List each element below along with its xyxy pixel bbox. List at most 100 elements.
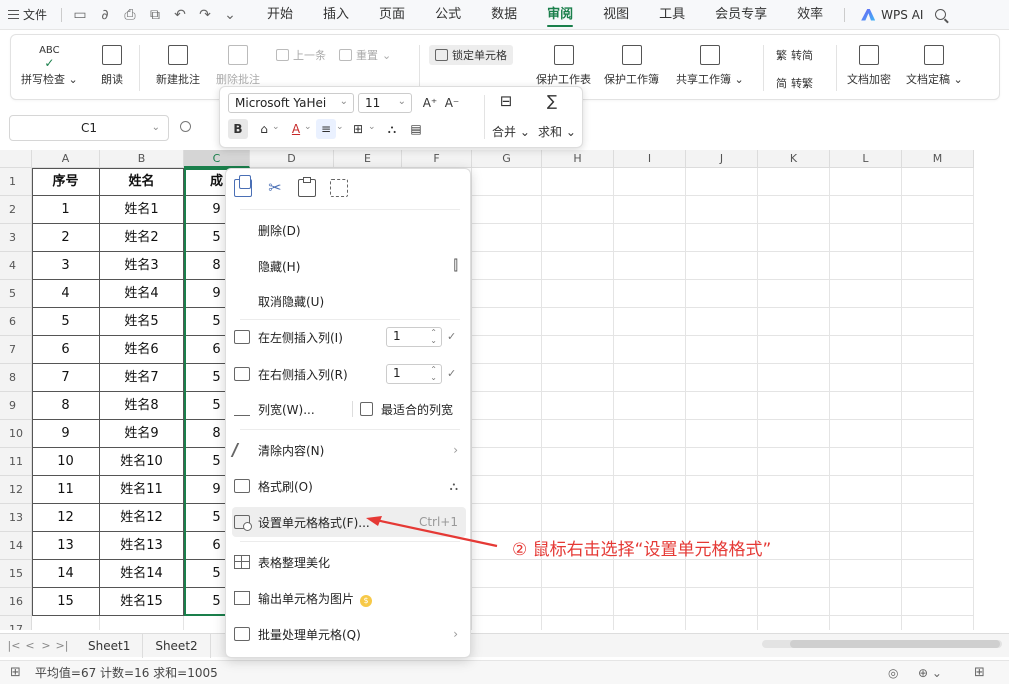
- column-header-h[interactable]: H: [542, 150, 614, 168]
- row-header-4[interactable]: 4: [0, 252, 32, 280]
- cell-h11[interactable]: [542, 448, 614, 476]
- cell-m12[interactable]: [902, 476, 974, 504]
- cell-k2[interactable]: [758, 196, 830, 224]
- increase-font-icon[interactable]: A⁺: [420, 93, 440, 113]
- select-all-corner[interactable]: [0, 150, 32, 168]
- cell-a4[interactable]: 3: [32, 252, 100, 280]
- cell-a3[interactable]: 2: [32, 224, 100, 252]
- cell-g8[interactable]: [472, 364, 542, 392]
- sheet-mode-icon[interactable]: ⊞: [10, 665, 21, 680]
- delete-comment-button[interactable]: 删除批注: [216, 45, 260, 87]
- menu-item-column-width[interactable]: 列宽(W)...: [232, 394, 352, 424]
- cell-m13[interactable]: [902, 504, 974, 532]
- cell-m9[interactable]: [902, 392, 974, 420]
- cell-a14[interactable]: 13: [32, 532, 100, 560]
- cell-h13[interactable]: [542, 504, 614, 532]
- cell-b10[interactable]: 姓名9: [100, 420, 184, 448]
- cell-a16[interactable]: 15: [32, 588, 100, 616]
- prev-sheet-icon[interactable]: <: [22, 639, 38, 652]
- cell-a1[interactable]: 序号: [32, 168, 100, 196]
- stepper-icon[interactable]: ⌃ ⌄: [430, 366, 437, 382]
- cell-i16[interactable]: [614, 588, 686, 616]
- cell-j12[interactable]: [686, 476, 758, 504]
- row-header-13[interactable]: 13: [0, 504, 32, 532]
- fill-color-icon[interactable]: ⌂: [254, 119, 274, 139]
- tab-data[interactable]: 数据: [476, 0, 532, 30]
- cell-j7[interactable]: [686, 336, 758, 364]
- tab-efficiency[interactable]: 效率: [782, 0, 838, 30]
- cell-i7[interactable]: [614, 336, 686, 364]
- cell-j5[interactable]: [686, 280, 758, 308]
- to-simplified-button[interactable]: 繁 转简: [776, 47, 813, 63]
- column-header-k[interactable]: K: [758, 150, 830, 168]
- cell-g5[interactable]: [472, 280, 542, 308]
- cell-a7[interactable]: 6: [32, 336, 100, 364]
- cell-k16[interactable]: [758, 588, 830, 616]
- cell-g17[interactable]: [472, 616, 542, 630]
- menu-item-export-image[interactable]: 输出单元格为图片 $: [232, 583, 466, 613]
- cell-m1[interactable]: [902, 168, 974, 196]
- cell-j15[interactable]: [686, 560, 758, 588]
- cell-l4[interactable]: [830, 252, 902, 280]
- last-sheet-icon[interactable]: >|: [54, 639, 70, 652]
- chevron-down-icon[interactable]: ⌄: [304, 122, 312, 132]
- scrollbar-thumb[interactable]: [790, 640, 1000, 648]
- row-header-12[interactable]: 12: [0, 476, 32, 504]
- tab-tools[interactable]: 工具: [644, 0, 700, 30]
- cell-b17[interactable]: [100, 616, 184, 630]
- cell-a9[interactable]: 8: [32, 392, 100, 420]
- column-header-a[interactable]: A: [32, 150, 100, 168]
- cell-l6[interactable]: [830, 308, 902, 336]
- paste-special-icon[interactable]: [330, 179, 348, 197]
- cell-g15[interactable]: [472, 560, 542, 588]
- row-header-17[interactable]: 17: [0, 616, 32, 630]
- cell-h2[interactable]: [542, 196, 614, 224]
- column-header-g[interactable]: G: [472, 150, 542, 168]
- tab-formula[interactable]: 公式: [420, 0, 476, 30]
- cell-a12[interactable]: 11: [32, 476, 100, 504]
- cell-g11[interactable]: [472, 448, 542, 476]
- cell-i6[interactable]: [614, 308, 686, 336]
- cell-b11[interactable]: 姓名10: [100, 448, 184, 476]
- cell-k1[interactable]: [758, 168, 830, 196]
- first-sheet-icon[interactable]: |<: [6, 639, 22, 652]
- cell-g6[interactable]: [472, 308, 542, 336]
- cell-l16[interactable]: [830, 588, 902, 616]
- cell-l7[interactable]: [830, 336, 902, 364]
- cell-b4[interactable]: 姓名3: [100, 252, 184, 280]
- cell-l14[interactable]: [830, 532, 902, 560]
- border-icon[interactable]: ⊞: [348, 119, 368, 139]
- cell-b1[interactable]: 姓名: [100, 168, 184, 196]
- chevron-down-icon[interactable]: ⌄: [222, 7, 238, 23]
- cell-k10[interactable]: [758, 420, 830, 448]
- cell-h6[interactable]: [542, 308, 614, 336]
- link-icon[interactable]: ∂: [97, 7, 113, 23]
- cell-l8[interactable]: [830, 364, 902, 392]
- cell-k15[interactable]: [758, 560, 830, 588]
- cell-g4[interactable]: [472, 252, 542, 280]
- protect-book-button[interactable]: 保护工作簿: [604, 45, 659, 87]
- copy-icon[interactable]: [234, 175, 252, 197]
- cell-j11[interactable]: [686, 448, 758, 476]
- tab-member[interactable]: 会员专享: [700, 0, 782, 30]
- cell-k9[interactable]: [758, 392, 830, 420]
- column-header-e[interactable]: E: [334, 150, 402, 168]
- cell-k17[interactable]: [758, 616, 830, 630]
- zoom-icon[interactable]: [180, 121, 191, 132]
- cell-k7[interactable]: [758, 336, 830, 364]
- finalize-button[interactable]: 文档定稿 ⌄: [906, 45, 963, 87]
- row-header-5[interactable]: 5: [0, 280, 32, 308]
- tab-insert[interactable]: 插入: [308, 0, 364, 30]
- cell-k4[interactable]: [758, 252, 830, 280]
- file-menu[interactable]: 文件: [0, 6, 55, 23]
- cell-i9[interactable]: [614, 392, 686, 420]
- row-header-7[interactable]: 7: [0, 336, 32, 364]
- row-header-8[interactable]: 8: [0, 364, 32, 392]
- view-mode-icon[interactable]: ⊕ ⌄: [918, 666, 942, 680]
- cell-b2[interactable]: 姓名1: [100, 196, 184, 224]
- cell-l10[interactable]: [830, 420, 902, 448]
- chevron-down-icon[interactable]: ⌄: [368, 122, 376, 132]
- cell-h12[interactable]: [542, 476, 614, 504]
- column-header-i[interactable]: I: [614, 150, 686, 168]
- cell-h1[interactable]: [542, 168, 614, 196]
